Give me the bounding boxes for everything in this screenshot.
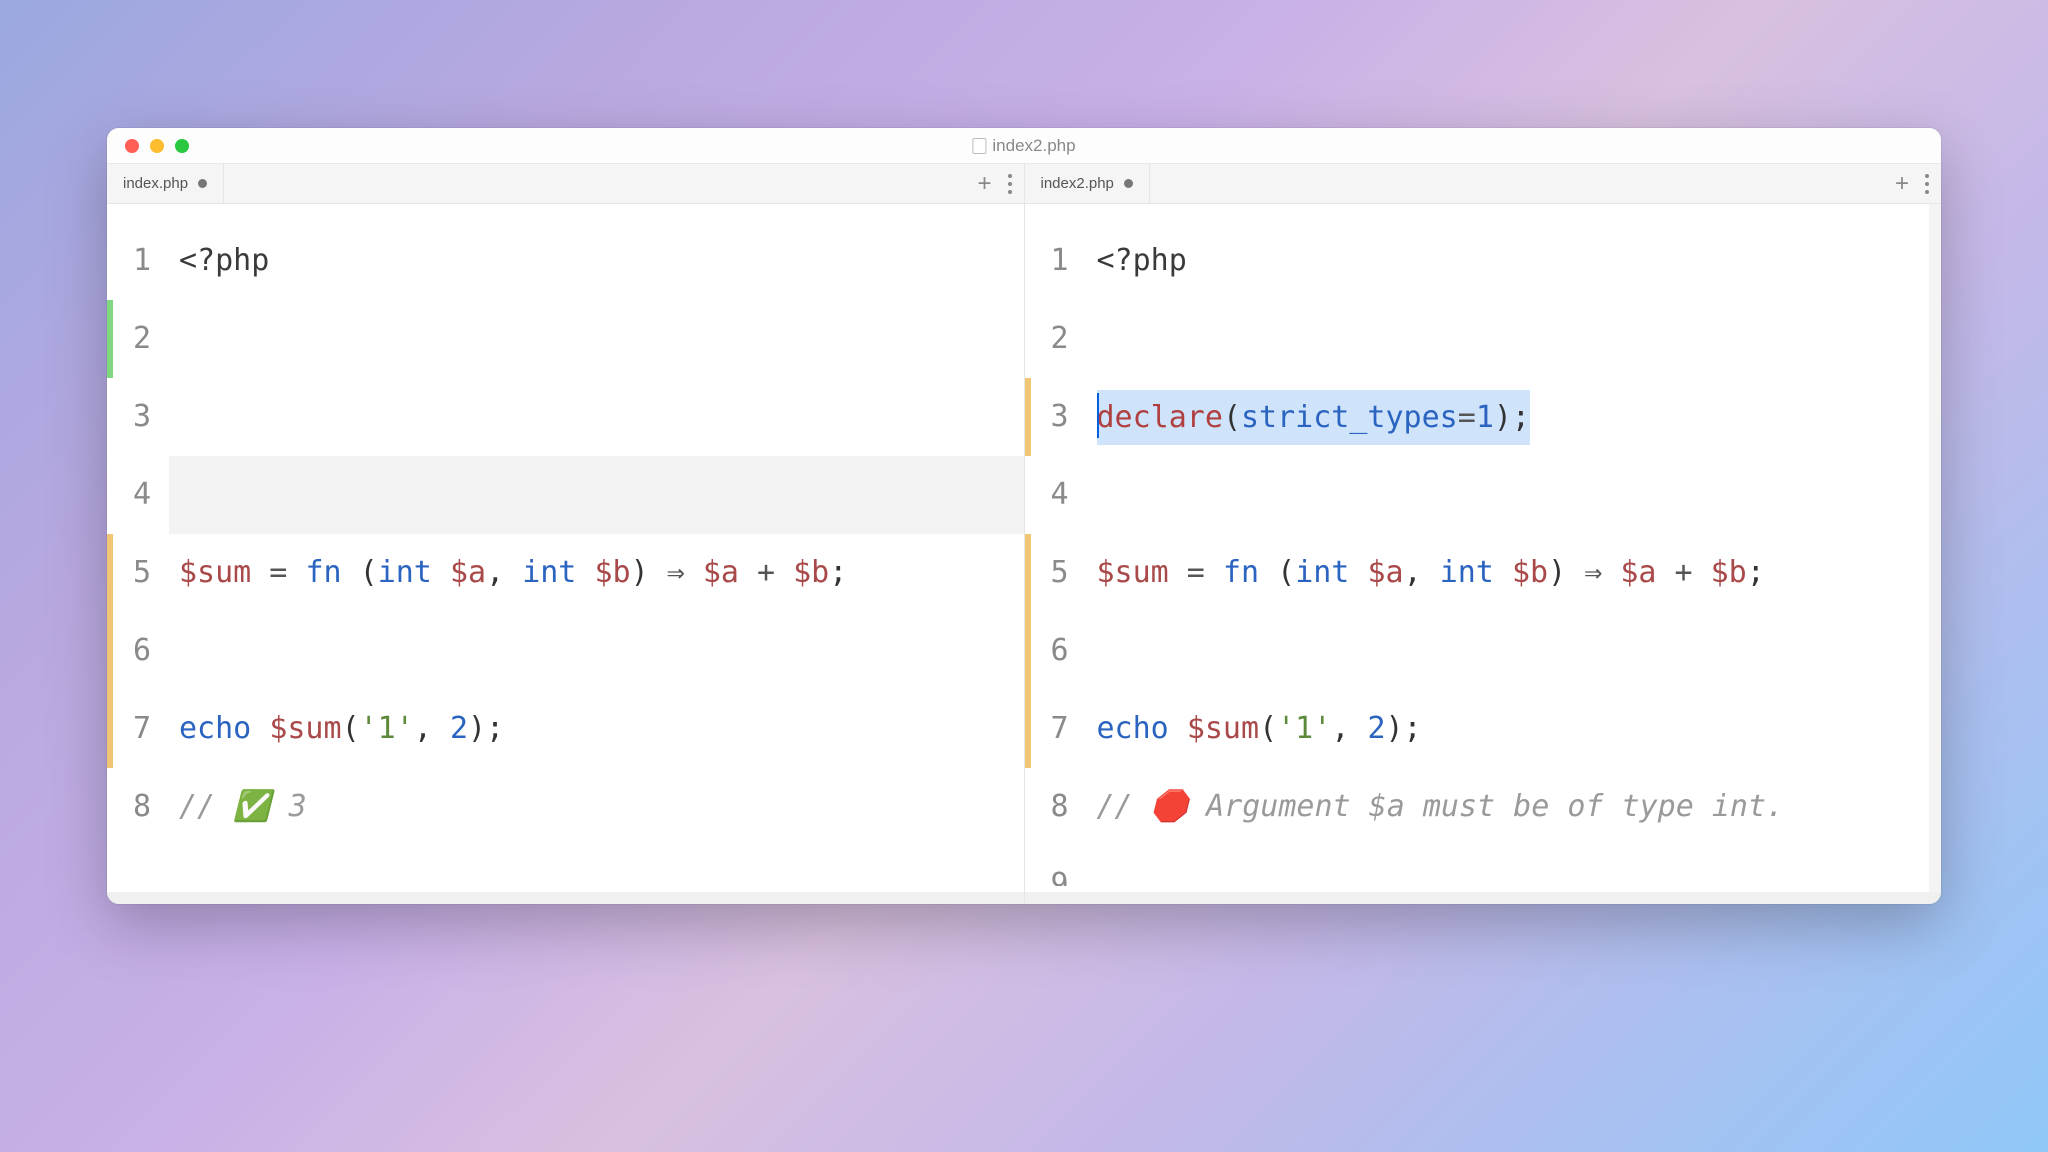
editor-pane-0: index.php+12345678<?php$sum = fn (int $a… [107, 164, 1025, 904]
tabbar: index.php + [107, 164, 1024, 204]
tab-label: index2.php [1041, 175, 1114, 192]
line-number[interactable]: 6 [1025, 612, 1087, 690]
code-line[interactable]: echo $sum('1', 2); [1087, 690, 1942, 768]
code-line[interactable] [169, 612, 1024, 690]
code-line[interactable] [1087, 300, 1942, 378]
line-number[interactable]: 3 [1025, 378, 1087, 456]
line-number[interactable]: 1 [107, 222, 169, 300]
new-tab-icon[interactable]: + [1895, 170, 1909, 198]
more-actions-icon[interactable] [1925, 174, 1929, 194]
minimize-button[interactable] [150, 139, 164, 153]
maximize-button[interactable] [175, 139, 189, 153]
code-line[interactable] [1087, 612, 1942, 690]
line-number[interactable]: 8 [1025, 768, 1087, 846]
vertical-scrollbar[interactable] [1929, 204, 1941, 892]
code-line[interactable]: // ✅ 3 [169, 768, 1024, 846]
line-number[interactable]: 4 [107, 456, 169, 534]
code-line[interactable]: echo $sum('1', 2); [169, 690, 1024, 768]
horizontal-scrollbar[interactable] [1025, 892, 1942, 904]
tab-label: index.php [123, 175, 188, 192]
line-number[interactable]: 5 [1025, 534, 1087, 612]
traffic-lights [107, 139, 189, 153]
titlebar[interactable]: index2.php [107, 128, 1941, 164]
line-number[interactable]: 1 [1025, 222, 1087, 300]
code-line[interactable] [1087, 456, 1942, 534]
code-line[interactable] [169, 378, 1024, 456]
line-number[interactable]: 7 [1025, 690, 1087, 768]
code-line[interactable]: <?php [169, 222, 1024, 300]
line-number[interactable]: 5 [107, 534, 169, 612]
line-gutter: 12345678 [107, 204, 169, 904]
code-line[interactable]: // 🛑 Argument $a must be of type int. [1087, 768, 1942, 846]
code-editor[interactable]: 123456789<?phpdeclare(strict_types=1);$s… [1025, 204, 1942, 904]
line-number[interactable]: 3 [107, 378, 169, 456]
horizontal-scrollbar[interactable] [107, 892, 1024, 904]
window-title-text: index2.php [992, 136, 1075, 156]
line-number[interactable]: 2 [107, 300, 169, 378]
text-cursor [1097, 393, 1099, 438]
file-tab[interactable]: index.php [107, 164, 224, 203]
code-line[interactable]: <?php [1087, 222, 1942, 300]
tab-actions: + [965, 164, 1023, 203]
line-number[interactable]: 7 [107, 690, 169, 768]
more-actions-icon[interactable] [1008, 174, 1012, 194]
file-icon [972, 138, 986, 154]
code-editor[interactable]: 12345678<?php$sum = fn (int $a, int $b) … [107, 204, 1024, 904]
file-tab[interactable]: index2.php [1025, 164, 1150, 203]
line-gutter: 123456789 [1025, 204, 1087, 904]
line-number[interactable]: 2 [1025, 300, 1087, 378]
code-content[interactable]: <?php $sum = fn (int $a, int $b) ⇒ $a + $… [169, 204, 1024, 904]
line-number[interactable]: 8 [107, 768, 169, 846]
line-number[interactable]: 4 [1025, 456, 1087, 534]
editor-window: index2.php index.php+12345678<?php$sum =… [107, 128, 1941, 904]
code-line[interactable] [1087, 846, 1942, 886]
code-line[interactable]: $sum = fn (int $a, int $b) ⇒ $a + $b; [1087, 534, 1942, 612]
code-line[interactable]: declare(strict_types=1); [1087, 378, 1942, 456]
tab-actions: + [1883, 164, 1941, 203]
split-panes: index.php+12345678<?php$sum = fn (int $a… [107, 164, 1941, 904]
code-line[interactable] [169, 300, 1024, 378]
selection: declare(strict_types=1); [1097, 390, 1531, 445]
code-line[interactable]: $sum = fn (int $a, int $b) ⇒ $a + $b; [169, 534, 1024, 612]
code-content[interactable]: <?php declare(strict_types=1); $sum = fn (… [1087, 204, 1942, 904]
dirty-indicator-icon [1124, 179, 1133, 188]
window-title: index2.php [972, 136, 1075, 156]
editor-pane-1: index2.php+123456789<?phpdeclare(strict_… [1025, 164, 1942, 904]
code-line[interactable] [169, 456, 1024, 534]
line-number[interactable]: 6 [107, 612, 169, 690]
close-button[interactable] [125, 139, 139, 153]
new-tab-icon[interactable]: + [977, 170, 991, 198]
dirty-indicator-icon [198, 179, 207, 188]
line-number[interactable]: 9 [1025, 846, 1087, 886]
tabbar: index2.php + [1025, 164, 1942, 204]
